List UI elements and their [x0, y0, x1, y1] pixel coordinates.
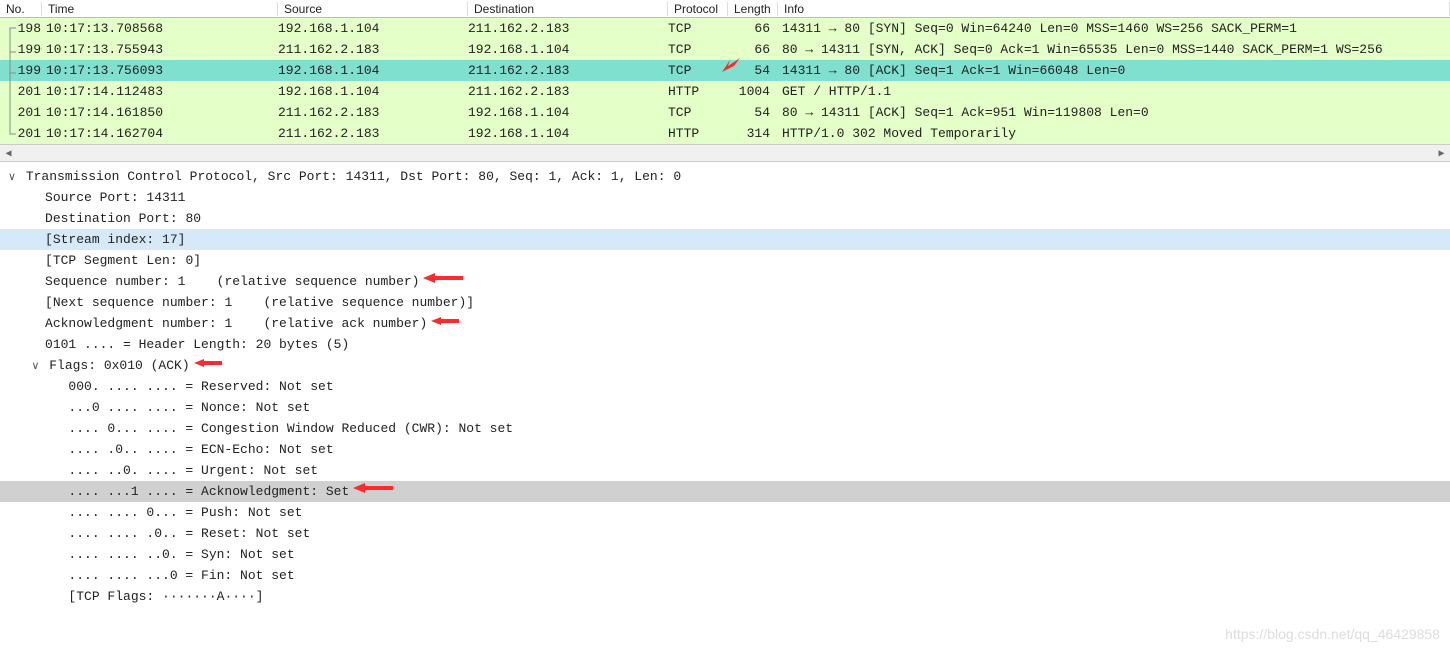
horizontal-scrollbar[interactable]: ◀ ▶: [0, 144, 1450, 161]
col-header-protocol[interactable]: Protocol: [668, 2, 728, 16]
cell-destination: 192.168.1.104: [468, 126, 668, 141]
annotation-arrow-icon: [720, 56, 742, 78]
tcp-title: Transmission Control Protocol, Src Port:…: [26, 169, 681, 184]
flag-bit-line[interactable]: .... .... ...0 = Fin: Not set: [0, 565, 1450, 586]
cell-length: 1004: [728, 84, 778, 99]
cell-protocol: TCP: [668, 42, 728, 57]
col-header-source[interactable]: Source: [278, 2, 468, 16]
annotation-arrow-icon: [423, 271, 465, 285]
cell-source: 192.168.1.104: [278, 21, 468, 36]
cell-destination: 211.162.2.183: [468, 21, 668, 36]
cell-no: 1982: [0, 21, 42, 36]
cell-destination: 211.162.2.183: [468, 63, 668, 78]
cell-info: 14311 → 80 [ACK] Seq=1 Ack=1 Win=66048 L…: [778, 63, 1450, 78]
cell-length: 54: [728, 105, 778, 120]
cell-time: 10:17:13.708568: [42, 21, 278, 36]
cell-info: 80 → 14311 [SYN, ACK] Seq=0 Ack=1 Win=65…: [778, 42, 1450, 57]
col-header-info[interactable]: Info: [778, 2, 1450, 16]
flag-bit-line[interactable]: 000. .... .... = Reserved: Not set: [0, 376, 1450, 397]
annotation-arrow-icon: [353, 481, 395, 495]
cell-source: 211.162.2.183: [278, 105, 468, 120]
cell-no: 1990: [0, 42, 42, 57]
cell-time: 10:17:14.112483: [42, 84, 278, 99]
cell-protocol: TCP: [668, 21, 728, 36]
scroll-left-icon[interactable]: ◀: [0, 145, 17, 162]
flag-bit-line[interactable]: .... .... ..0. = Syn: Not set: [0, 544, 1450, 565]
packet-row[interactable]: 201810:17:14.161850211.162.2.183192.168.…: [0, 102, 1450, 123]
next-seq-line[interactable]: [Next sequence number: 1 (relative seque…: [0, 292, 1450, 313]
cell-info: HTTP/1.0 302 Moved Temporarily: [778, 126, 1450, 141]
flag-bit-line[interactable]: ...0 .... .... = Nonce: Not set: [0, 397, 1450, 418]
packet-list-pane: No. Time Source Destination Protocol Len…: [0, 0, 1450, 162]
cell-source: 211.162.2.183: [278, 42, 468, 57]
cell-time: 10:17:13.756093: [42, 63, 278, 78]
cell-info: 80 → 14311 [ACK] Seq=1 Ack=951 Win=11980…: [778, 105, 1450, 120]
packet-detail-pane: ∨ Transmission Control Protocol, Src Por…: [0, 162, 1450, 607]
cell-no: 2019: [0, 126, 42, 141]
cell-source: 192.168.1.104: [278, 63, 468, 78]
flag-bit-line[interactable]: .... 0... .... = Congestion Window Reduc…: [0, 418, 1450, 439]
annotation-arrow-icon: [431, 315, 461, 327]
packet-rows: 198210:17:13.708568192.168.1.104211.162.…: [0, 18, 1450, 144]
cell-length: 66: [728, 21, 778, 36]
cell-length: 314: [728, 126, 778, 141]
cell-time: 10:17:14.161850: [42, 105, 278, 120]
flag-bit-line[interactable]: .... ...1 .... = Acknowledgment: Set: [0, 481, 1450, 502]
cell-time: 10:17:13.755943: [42, 42, 278, 57]
dst-port-line[interactable]: Destination Port: 80: [0, 208, 1450, 229]
ack-line[interactable]: Acknowledgment number: 1 (relative ack n…: [0, 313, 1450, 334]
annotation-arrow-icon: [194, 357, 224, 369]
col-header-no[interactable]: No.: [0, 2, 42, 16]
cell-info: 14311 → 80 [SYN] Seq=0 Win=64240 Len=0 M…: [778, 21, 1450, 36]
cell-destination: 192.168.1.104: [468, 42, 668, 57]
src-port-line[interactable]: Source Port: 14311: [0, 187, 1450, 208]
cell-protocol: TCP: [668, 63, 728, 78]
cell-protocol: TCP: [668, 105, 728, 120]
scroll-right-icon[interactable]: ▶: [1433, 145, 1450, 162]
cell-protocol: HTTP: [668, 126, 728, 141]
hdr-len-line[interactable]: 0101 .... = Header Length: 20 bytes (5): [0, 334, 1450, 355]
cell-source: 192.168.1.104: [278, 84, 468, 99]
cell-destination: 211.162.2.183: [468, 84, 668, 99]
packet-row[interactable]: 201710:17:14.112483192.168.1.104211.162.…: [0, 81, 1450, 102]
tcp-flags-summary-line[interactable]: [TCP Flags: ·······A····]: [0, 586, 1450, 607]
expand-toggle-icon[interactable]: ∨: [29, 356, 41, 377]
col-header-time[interactable]: Time: [42, 2, 278, 16]
cell-no: 1991: [0, 63, 42, 78]
packet-row[interactable]: 198210:17:13.708568192.168.1.104211.162.…: [0, 18, 1450, 39]
seg-len-line[interactable]: [TCP Segment Len: 0]: [0, 250, 1450, 271]
packet-row[interactable]: 201910:17:14.162704211.162.2.183192.168.…: [0, 123, 1450, 144]
flags-line[interactable]: ∨ Flags: 0x010 (ACK): [0, 355, 1450, 376]
cell-no: 2017: [0, 84, 42, 99]
cell-source: 211.162.2.183: [278, 126, 468, 141]
flag-bit-line[interactable]: .... .0.. .... = ECN-Echo: Not set: [0, 439, 1450, 460]
stream-index-line[interactable]: [Stream index: 17]: [0, 229, 1450, 250]
packet-list-header: No. Time Source Destination Protocol Len…: [0, 0, 1450, 18]
tcp-header-line[interactable]: ∨ Transmission Control Protocol, Src Por…: [0, 166, 1450, 187]
cell-destination: 192.168.1.104: [468, 105, 668, 120]
cell-info: GET / HTTP/1.1: [778, 84, 1450, 99]
col-header-length[interactable]: Length: [728, 2, 778, 16]
flag-bit-line[interactable]: .... ..0. .... = Urgent: Not set: [0, 460, 1450, 481]
seq-line[interactable]: Sequence number: 1 (relative sequence nu…: [0, 271, 1450, 292]
expand-toggle-icon[interactable]: ∨: [6, 167, 18, 188]
watermark-text: https://blog.csdn.net/qq_46429858: [1225, 626, 1440, 642]
col-header-destination[interactable]: Destination: [468, 2, 668, 16]
flag-bit-line[interactable]: .... .... 0... = Push: Not set: [0, 502, 1450, 523]
cell-time: 10:17:14.162704: [42, 126, 278, 141]
cell-no: 2018: [0, 105, 42, 120]
cell-protocol: HTTP: [668, 84, 728, 99]
flag-bit-line[interactable]: .... .... .0.. = Reset: Not set: [0, 523, 1450, 544]
cell-length: 66: [728, 42, 778, 57]
